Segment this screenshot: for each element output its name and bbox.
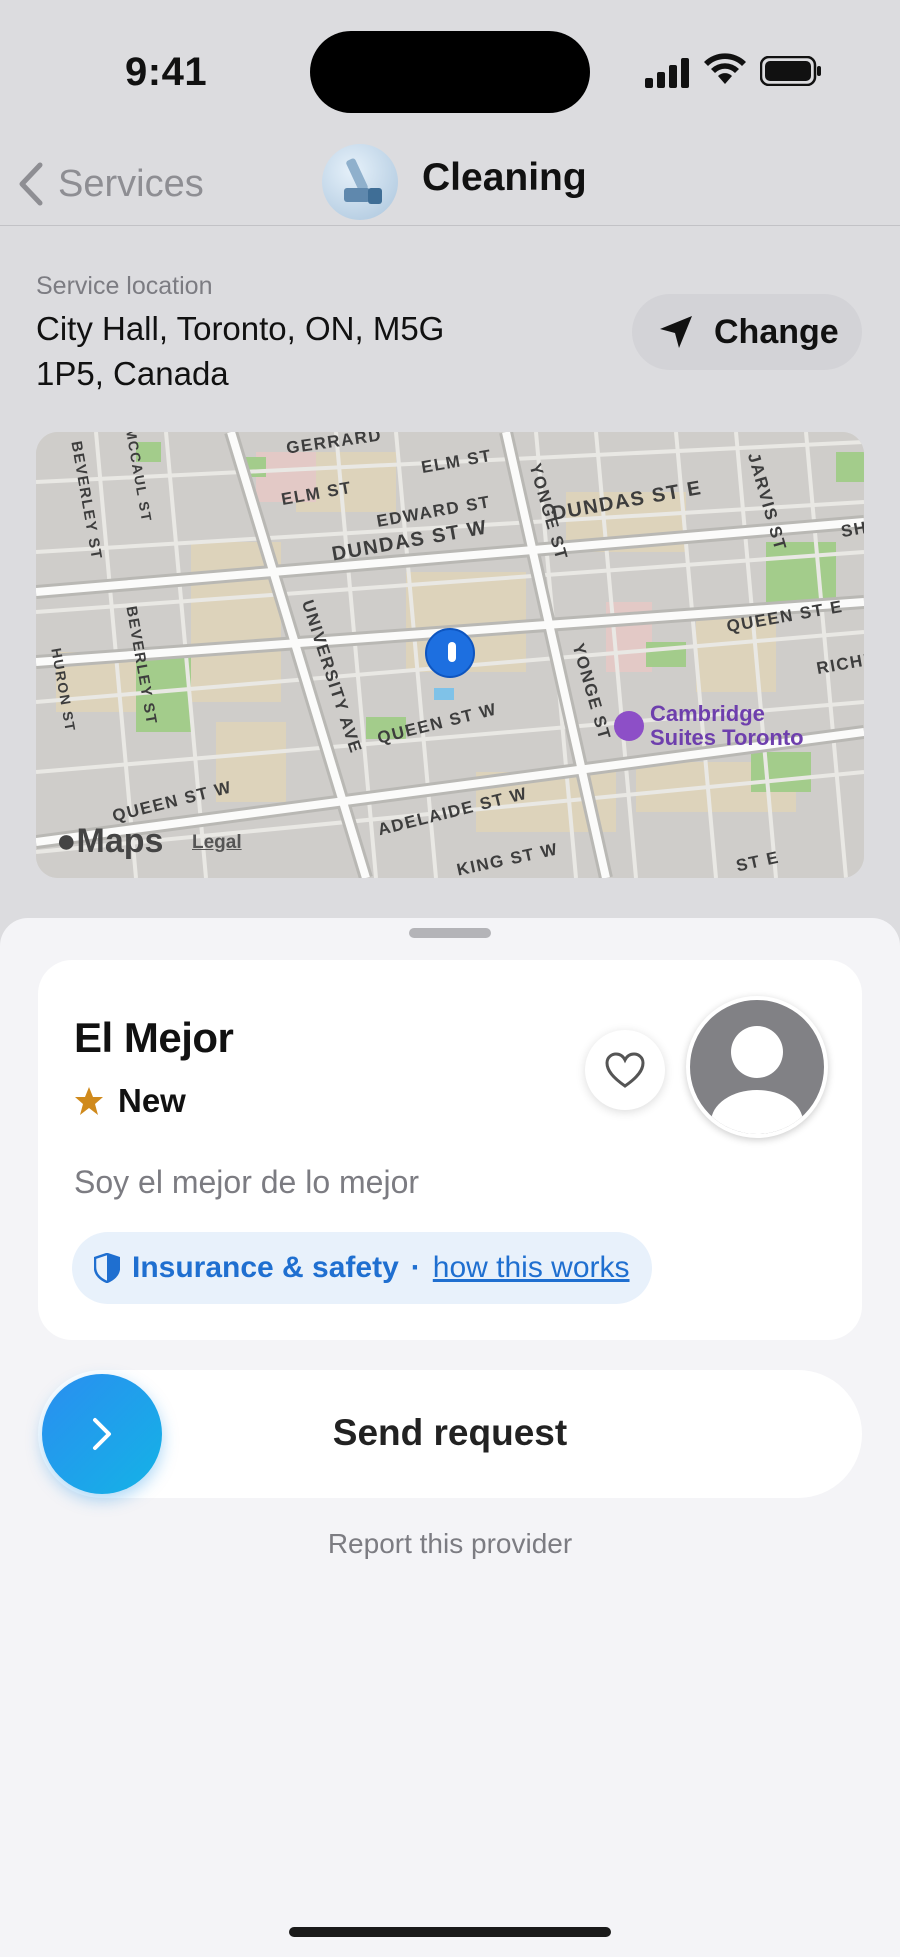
sheet-grabber[interactable] xyxy=(409,928,491,938)
map-legal-link[interactable]: Legal xyxy=(192,832,242,854)
star-icon xyxy=(75,1087,103,1115)
report-provider-link[interactable]: Report this provider xyxy=(0,1528,900,1560)
hotel-icon xyxy=(614,711,644,741)
service-location-label: Service location xyxy=(36,272,213,300)
dynamic-island xyxy=(310,31,590,113)
apple-icon: ● xyxy=(56,822,77,860)
location-arrow-icon xyxy=(660,316,692,348)
insurance-badge[interactable]: Insurance & safety · how this works xyxy=(72,1232,652,1304)
provider-name: El Mejor xyxy=(74,1014,234,1061)
shield-icon xyxy=(94,1253,120,1283)
service-location-address: City Hall, Toronto, ON, M5G 1P5, Canada xyxy=(36,310,445,392)
insurance-separator: · xyxy=(410,1251,421,1284)
back-button-label: Services xyxy=(58,162,204,205)
status-time: 9:41 xyxy=(125,50,208,94)
bottom-sheet: El Mejor New Soy el mejor de lo mejor In… xyxy=(0,918,900,1957)
nav-bar: Services Cleaning xyxy=(0,140,900,226)
back-button[interactable]: Services xyxy=(18,154,204,214)
change-location-button[interactable]: Change xyxy=(632,294,862,370)
cleaning-icon xyxy=(322,144,398,220)
send-request-slider[interactable]: Send request xyxy=(38,1370,862,1498)
poi-label: Cambridge Suites Toronto xyxy=(650,701,804,750)
cellular-signal-icon xyxy=(645,58,689,88)
page-title: Cleaning xyxy=(422,156,587,199)
send-request-knob[interactable] xyxy=(42,1374,162,1494)
map-view[interactable]: GERRARD ELM ST ELM ST EDWARD ST DUNDAS S… xyxy=(36,432,864,878)
home-indicator[interactable] xyxy=(289,1927,611,1937)
heart-icon xyxy=(605,1052,645,1088)
provider-rating: New xyxy=(74,1082,186,1120)
provider-description: Soy el mejor de lo mejor xyxy=(74,1164,420,1200)
avatar[interactable] xyxy=(686,996,828,1138)
map-poi[interactable]: Cambridge Suites Toronto xyxy=(614,702,820,750)
how-this-works-link[interactable]: how this works xyxy=(433,1251,630,1285)
insurance-label: Insurance & safety xyxy=(132,1251,399,1284)
rating-label: New xyxy=(118,1082,186,1119)
apple-maps-logo: ●Maps xyxy=(56,822,163,861)
chevron-left-icon xyxy=(19,162,43,206)
status-bar: 9:41 xyxy=(0,0,900,150)
maps-brand-label: Maps xyxy=(76,822,164,860)
change-location-label: Change xyxy=(714,312,839,351)
provider-card: El Mejor New Soy el mejor de lo mejor In… xyxy=(38,960,862,1340)
map-road-label: SH xyxy=(839,517,864,542)
person-icon xyxy=(711,1026,803,1134)
wifi-icon xyxy=(704,53,746,84)
location-pin-icon[interactable] xyxy=(425,628,475,678)
chevron-right-icon xyxy=(93,1418,111,1450)
battery-icon xyxy=(760,56,821,86)
favorite-button[interactable] xyxy=(585,1030,665,1110)
